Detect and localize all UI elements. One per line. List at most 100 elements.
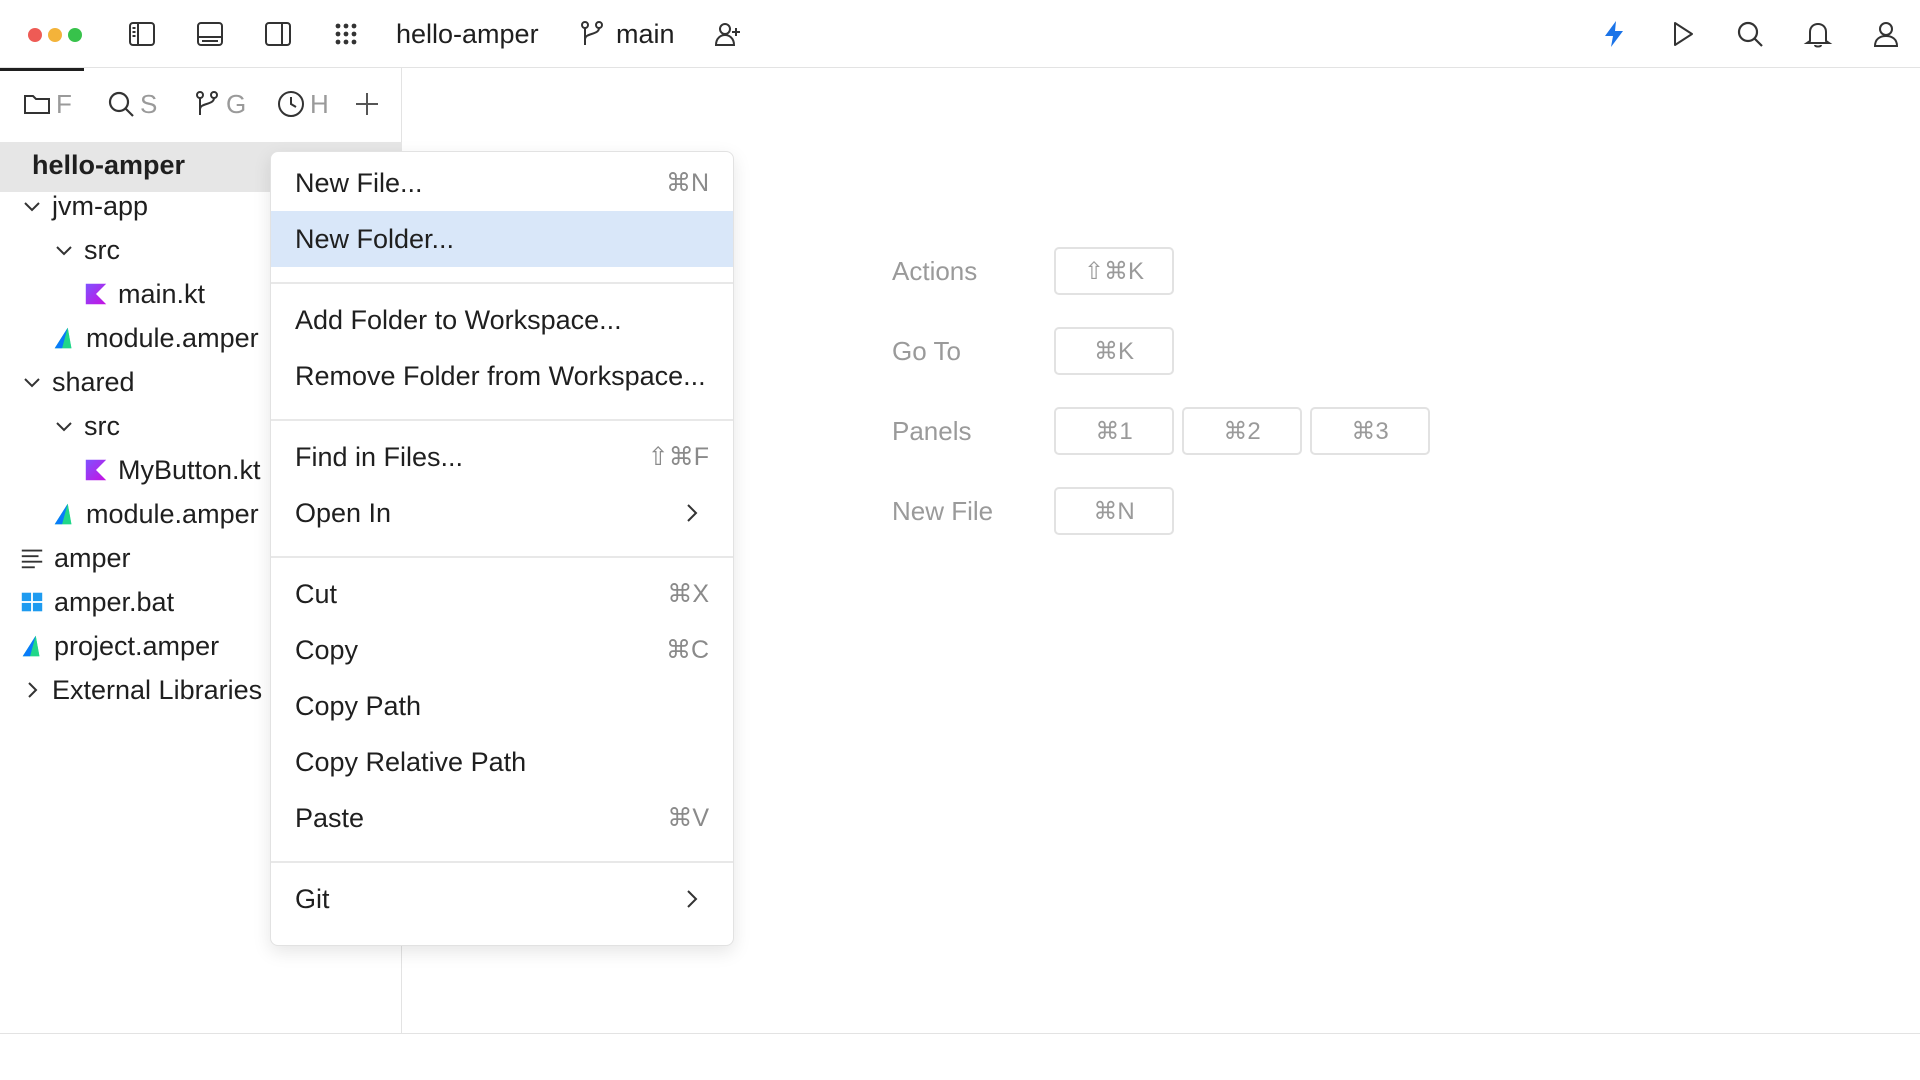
- menu-item-paste[interactable]: Paste ⌘V: [271, 790, 733, 846]
- menu-item-shortcut: ⌘N: [665, 169, 709, 197]
- shortcut-key[interactable]: ⌘3: [1310, 407, 1430, 455]
- branch-name[interactable]: main: [616, 16, 675, 52]
- lightning-icon[interactable]: [1594, 14, 1634, 54]
- shortcut-key[interactable]: ⌘N: [1054, 487, 1174, 535]
- menu-item-label: Paste: [295, 802, 365, 833]
- tree-item[interactable]: project.amper: [18, 624, 219, 668]
- menu-item-add-folder-to-workspace[interactable]: Add Folder to Workspace...: [271, 292, 733, 348]
- menu-item-new-folder[interactable]: New Folder...: [271, 211, 733, 267]
- tab-git-label: G: [226, 88, 247, 119]
- menu-item-label: Find in Files...: [295, 441, 464, 472]
- search-icon: [108, 91, 134, 117]
- tree-item-label: project.amper: [54, 630, 220, 661]
- menu-separator: [271, 861, 733, 863]
- minimize-window-button[interactable]: [48, 28, 62, 42]
- chevron-down-icon[interactable]: [50, 236, 78, 264]
- context-menu: New File... ⌘N New Folder... Add Folder to …: [270, 151, 734, 946]
- menu-item-shortcut: ⌘C: [665, 636, 709, 664]
- status-bar: [0, 1033, 1920, 1080]
- shortcut-key[interactable]: ⌘2: [1182, 407, 1302, 455]
- apps-grid-icon[interactable]: [326, 14, 366, 54]
- add-person-icon[interactable]: [708, 14, 748, 54]
- tree-item[interactable]: jvm-app: [18, 184, 148, 228]
- menu-item-new-file[interactable]: New File... ⌘N: [271, 155, 733, 211]
- shortcut-key[interactable]: ⌘1: [1054, 407, 1174, 455]
- tree-item-label: module.amper: [86, 322, 259, 353]
- chevron-down-icon[interactable]: [18, 192, 46, 220]
- tree-root-label: hello-amper: [32, 150, 186, 180]
- project-name[interactable]: hello-amper: [396, 16, 539, 52]
- menu-item-label: Cut: [295, 578, 338, 609]
- menu-item-cut[interactable]: Cut ⌘X: [271, 566, 733, 622]
- tree-item-label: module.amper: [86, 498, 259, 529]
- tree-item[interactable]: src: [50, 228, 120, 272]
- tree-item[interactable]: amper.bat: [18, 580, 174, 624]
- menu-item-remove-folder-from-workspace[interactable]: Remove Folder from Workspace...: [271, 348, 733, 404]
- tab-files[interactable]: F: [22, 84, 78, 124]
- tree-item-label: External Libraries: [52, 674, 263, 705]
- tab-search[interactable]: S: [106, 84, 162, 124]
- shortcut-key[interactable]: ⌘K: [1054, 327, 1174, 375]
- tree-item[interactable]: amper: [18, 536, 131, 580]
- shortcut-label: New File: [892, 496, 994, 526]
- toggle-left-panel-icon[interactable]: [122, 14, 162, 54]
- menu-item-label: New File...: [295, 167, 423, 198]
- tree-item[interactable]: module.amper: [50, 492, 259, 536]
- folder-icon: [24, 95, 50, 114]
- maximize-window-button[interactable]: [68, 28, 82, 42]
- tree-item[interactable]: main.kt: [82, 272, 205, 316]
- shortcut-key[interactable]: ⇧⌘K: [1054, 247, 1174, 295]
- kotlin-file-icon: [82, 456, 110, 484]
- menu-item-copy-path[interactable]: Copy Path: [271, 678, 733, 734]
- menu-separator: [271, 419, 733, 421]
- tab-search-label: S: [140, 88, 158, 119]
- tab-history[interactable]: H: [276, 84, 332, 124]
- menu-separator: [271, 556, 733, 558]
- menu-item-label: Copy Path: [295, 690, 422, 721]
- menu-item-shortcut: ⌘X: [667, 580, 709, 608]
- tree-item[interactable]: MyButton.kt: [82, 448, 261, 492]
- menu-item-copy[interactable]: Copy ⌘C: [271, 622, 733, 678]
- amper-file-icon: [50, 500, 78, 528]
- tree-item-label: jvm-app: [52, 190, 149, 221]
- title-bar: hello-amper main: [0, 0, 1920, 68]
- toggle-bottom-panel-icon[interactable]: [190, 14, 230, 54]
- git-branch-icon: [572, 14, 612, 54]
- menu-item-label: Copy: [295, 634, 359, 665]
- menu-item-find-in-files[interactable]: Find in Files... ⇧⌘F: [271, 429, 733, 485]
- amper-file-icon: [50, 324, 78, 352]
- tree-item[interactable]: src: [50, 404, 120, 448]
- windows-file-icon: [18, 588, 46, 616]
- tree-item-label: amper.bat: [54, 586, 175, 617]
- menu-item-label: Git: [295, 883, 330, 914]
- menu-item-git[interactable]: Git: [271, 871, 733, 927]
- tree-item[interactable]: module.amper: [50, 316, 259, 360]
- tree-item[interactable]: External Libraries: [18, 668, 262, 712]
- plus-icon: [356, 93, 378, 115]
- git-branch-icon: [196, 91, 218, 115]
- user-icon[interactable]: [1866, 14, 1906, 54]
- tree-item-label: amper: [54, 542, 131, 573]
- run-icon[interactable]: [1662, 14, 1702, 54]
- bell-icon[interactable]: [1798, 14, 1838, 54]
- menu-item-shortcut: ⌘V: [667, 804, 709, 832]
- text-file-icon: [18, 544, 46, 572]
- chevron-right-icon: [681, 888, 703, 910]
- close-window-button[interactable]: [28, 28, 42, 42]
- tree-item-label: shared: [52, 366, 135, 397]
- tab-git[interactable]: G: [192, 84, 248, 124]
- shortcut-label: Panels: [892, 416, 972, 446]
- active-tab-indicator: [0, 68, 84, 71]
- chevron-down-icon[interactable]: [50, 412, 78, 440]
- menu-item-open-in[interactable]: Open In: [271, 485, 733, 541]
- history-icon: [278, 91, 304, 117]
- menu-item-copy-relative-path[interactable]: Copy Relative Path: [271, 734, 733, 790]
- tab-files-label: F: [56, 88, 72, 119]
- chevron-right-icon[interactable]: [18, 676, 46, 704]
- chevron-down-icon[interactable]: [18, 368, 46, 396]
- toggle-right-panel-icon[interactable]: [258, 14, 298, 54]
- search-icon[interactable]: [1730, 14, 1770, 54]
- tree-item[interactable]: shared: [18, 360, 135, 404]
- add-tab-button[interactable]: [352, 84, 388, 124]
- shortcut-label: Actions: [892, 256, 978, 286]
